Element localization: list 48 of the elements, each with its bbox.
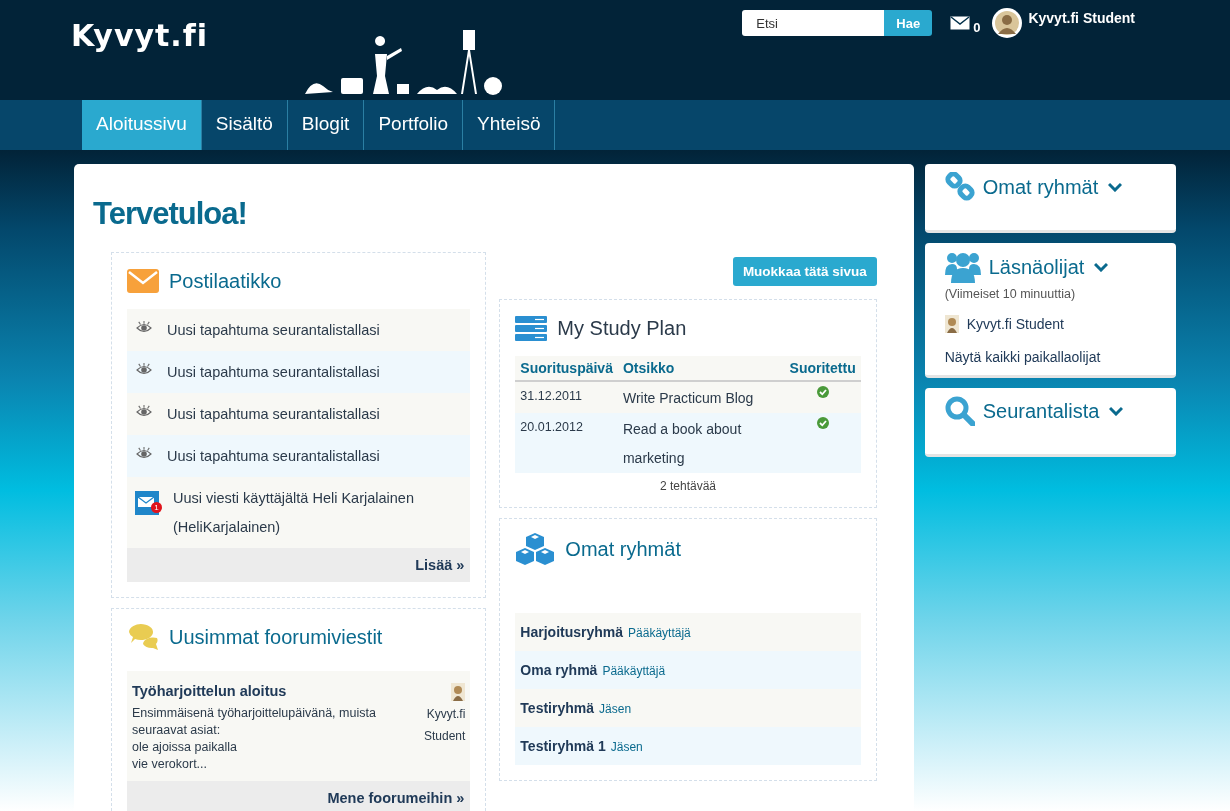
group-link[interactable]: Testiryhmä 1 (520, 738, 606, 754)
unread-badge: 1 (151, 502, 162, 513)
search-input[interactable]: Etsi (754, 14, 885, 32)
inbox-row[interactable]: 1 Uusi viesti käyttäjältä Heli Karjalainen (HeliKarjalainen) (127, 477, 471, 548)
user-link[interactable]: Kyvyt.fi Student (966, 316, 1064, 332)
search-field[interactable]: Etsi (742, 10, 885, 36)
author-link[interactable]: Kyvyt.fi Student (411, 703, 466, 747)
table-cell: Read a book about marketing (617, 413, 785, 473)
group-role: Jäsen (610, 740, 643, 754)
table-cell: Write Practicum Blog (617, 381, 785, 413)
inbox-item-text: Uusi tapahtuma seurantalistallasi (167, 447, 380, 466)
inbox-row[interactable]: Uusi tapahtuma seurantalistallasi (127, 351, 471, 393)
section-title: My Study Plan (557, 316, 687, 340)
inbox-row[interactable]: Uusi tapahtuma seurantalistallasi (127, 309, 471, 351)
group-link[interactable]: Testiryhmä (520, 700, 595, 716)
panel-title[interactable]: Seurantalista (982, 399, 1100, 423)
post-excerpt: Ensimmäisenä työharjoittelupäivänä, muista seuraavat asiat: ole ajoissa paikalla vie verokort... (132, 705, 377, 773)
nav-tab[interactable]: Blogit (287, 100, 365, 150)
more-link[interactable]: Lisää » (415, 557, 465, 573)
section-title: Postilaatikko (169, 269, 282, 293)
inbox-item-text: Uusi tapahtuma seurantalistallasi (167, 405, 380, 424)
page-title: Tervetuloa! (93, 196, 248, 233)
nav-tab[interactable]: Portfolio (364, 100, 464, 150)
post-title-link[interactable]: Työharjoittelun aloitus (132, 683, 412, 699)
message-count[interactable]: 0 (973, 19, 981, 35)
panel-title[interactable]: Läsnäolijat (988, 255, 1085, 279)
show-all-link[interactable]: Näytä kaikki paikallaolijat (944, 349, 1156, 365)
inbox-item-text: Uusi viesti käyttäjältä Heli Karjalainen (HeliKarjalainen) (173, 489, 415, 537)
task-count: 2 tehtävää (659, 478, 718, 495)
nav-tab[interactable]: Sisältö (201, 100, 288, 150)
inbox-row[interactable]: Uusi tapahtuma seurantalistallasi (127, 435, 471, 477)
panel-subtitle: (Viimeiset 10 minuuttia) (944, 287, 1077, 301)
nav-tab[interactable]: Yhteisö (463, 100, 556, 150)
group-role: Pääkäyttäjä (602, 664, 666, 678)
inbox-row[interactable]: Uusi tapahtuma seurantalistallasi (127, 393, 471, 435)
table-cell: 20.01.2012 (515, 413, 618, 473)
table-cell: 31.12.2011 (515, 381, 618, 413)
inbox-item-text: Uusi tapahtuma seurantalistallasi (167, 363, 380, 382)
section-title: Uusimmat foorumiviestit (169, 625, 383, 649)
panel-title[interactable]: Omat ryhmät (982, 175, 1099, 199)
user-name-link[interactable]: Kyvyt.fi Student (1028, 10, 1135, 26)
group-link[interactable]: Harjoitusryhmä (520, 624, 624, 640)
group-role: Pääkäyttäjä (628, 626, 691, 640)
inbox-item-text: Uusi tapahtuma seurantalistallasi (167, 321, 380, 340)
site-logo[interactable]: Kyvyt.fi (71, 18, 209, 54)
section-title: Omat ryhmät (565, 537, 681, 561)
group-role: Jäsen (599, 702, 632, 716)
group-link[interactable]: Oma ryhmä (520, 662, 598, 678)
